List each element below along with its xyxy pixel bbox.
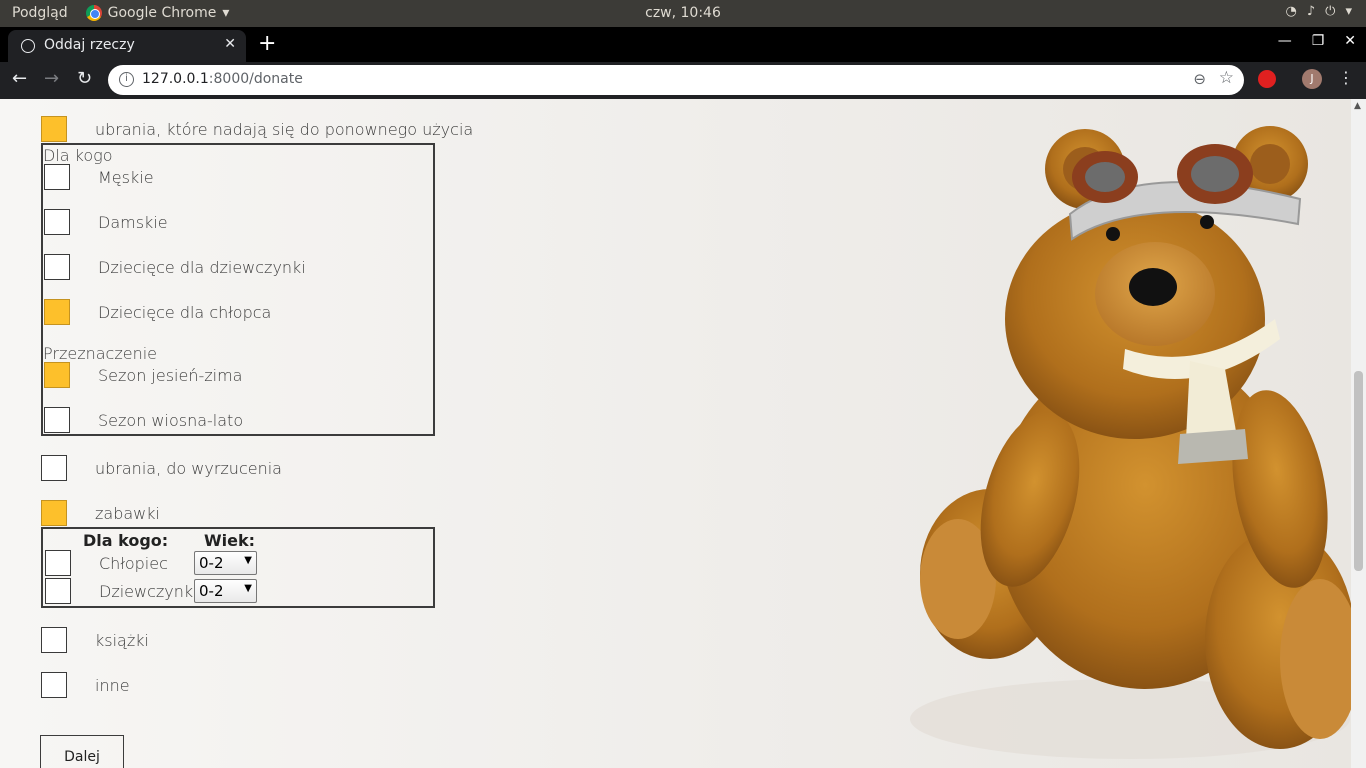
- label-toys-girl: Dziewczynka: [99, 582, 203, 601]
- select-value: 0-2: [199, 554, 224, 572]
- label-toys-boy: Chłopiec: [99, 554, 168, 573]
- label-books: książki: [95, 631, 149, 650]
- label-womens: Damskie: [98, 213, 168, 232]
- zoom-icon[interactable]: ⊖: [1193, 70, 1206, 88]
- toys-for-whom-header: Dla kogo:: [83, 531, 169, 550]
- select-toys-boy-age[interactable]: 0-2 ▼: [194, 551, 257, 575]
- minimize-icon[interactable]: —: [1278, 33, 1292, 49]
- label-boys: Dziecięce dla chłopca: [98, 303, 272, 322]
- label-reusable-clothes: ubrania, które nadają się do ponownego u…: [95, 120, 474, 139]
- label-girls: Dziecięce dla dziewczynki: [98, 258, 306, 277]
- app-menu[interactable]: Google Chrome ▾: [85, 5, 230, 21]
- dropdown-arrow-icon: ▼: [244, 555, 252, 566]
- profile-avatar[interactable]: J: [1302, 69, 1322, 89]
- tab-strip: Oddaj rzeczy ✕ + — ❐ ✕: [0, 27, 1366, 62]
- legend-purpose: Przeznaczenie: [43, 344, 157, 363]
- checkbox-boys[interactable]: [44, 299, 70, 325]
- scroll-up-icon[interactable]: ▲: [1354, 101, 1361, 111]
- more-menu-icon[interactable]: ⋮: [1338, 68, 1354, 87]
- reload-icon[interactable]: ↻: [77, 68, 92, 89]
- select-toys-girl-age[interactable]: 0-2 ▼: [194, 579, 257, 603]
- page-scrollbar[interactable]: ▲: [1351, 99, 1366, 768]
- address-bar[interactable]: i 127.0.0.1:8000/donate ⊖ ☆: [108, 65, 1244, 95]
- checkbox-girls[interactable]: [44, 254, 70, 280]
- checkbox-autumn-winter[interactable]: [44, 362, 70, 388]
- system-tray[interactable]: ◔ ♪ ⏻ ▾: [1286, 4, 1352, 19]
- page-content: ubrania, które nadają się do ponownego u…: [0, 99, 1351, 768]
- label-autumn-winter: Sezon jesień-zima: [98, 366, 243, 385]
- teddy-bear-image: [910, 126, 1351, 759]
- label-other: inne: [95, 676, 130, 695]
- app-name: Google Chrome: [107, 5, 217, 21]
- checkbox-toys-girl[interactable]: [45, 578, 71, 604]
- url-text: 127.0.0.1:8000/donate: [142, 71, 303, 87]
- os-top-bar: Podgląd Google Chrome ▾ czw, 10:46 ◔ ♪ ⏻…: [0, 0, 1366, 27]
- checkbox-mens[interactable]: [44, 164, 70, 190]
- restore-icon[interactable]: ❐: [1312, 33, 1325, 49]
- tab-title: Oddaj rzeczy: [44, 37, 135, 53]
- browser-toolbar: ← → ↻ i 127.0.0.1:8000/donate ⊖ ☆ J ⋮: [0, 62, 1366, 99]
- label-toys: zabawki: [95, 504, 160, 523]
- scrollbar-thumb[interactable]: [1354, 371, 1363, 571]
- chevron-down-icon: ▾: [1345, 4, 1352, 19]
- back-icon[interactable]: ←: [12, 68, 27, 89]
- label-spring-summer: Sezon wiosna-lato: [98, 411, 244, 430]
- next-button[interactable]: Dalej: [40, 735, 124, 768]
- volume-icon: ♪: [1306, 4, 1316, 19]
- toys-age-header: Wiek:: [204, 531, 256, 550]
- select-value: 0-2: [199, 582, 224, 600]
- checkbox-toys[interactable]: [41, 500, 67, 526]
- close-tab-icon[interactable]: ✕: [224, 36, 236, 52]
- checkbox-other[interactable]: [41, 672, 67, 698]
- url-path: :8000/donate: [208, 71, 303, 87]
- label-discard-clothes: ubrania, do wyrzucenia: [95, 459, 282, 478]
- extension-icon[interactable]: [1258, 70, 1276, 88]
- checkbox-reusable-clothes[interactable]: [41, 116, 67, 142]
- url-host: 127.0.0.1: [142, 71, 209, 87]
- legend-for-whom: Dla kogo: [43, 146, 113, 165]
- info-icon[interactable]: i: [119, 72, 134, 87]
- wifi-icon: ◔: [1285, 4, 1297, 19]
- checkbox-discard-clothes[interactable]: [41, 455, 67, 481]
- forward-icon[interactable]: →: [44, 68, 59, 89]
- chrome-icon: [85, 5, 102, 21]
- close-window-icon[interactable]: ✕: [1344, 33, 1356, 49]
- checkbox-books[interactable]: [41, 627, 67, 653]
- bookmark-star-icon[interactable]: ☆: [1219, 68, 1234, 88]
- checkbox-womens[interactable]: [44, 209, 70, 235]
- new-tab-button[interactable]: +: [258, 31, 276, 56]
- activities-button[interactable]: Podgląd: [12, 5, 68, 21]
- checkbox-spring-summer[interactable]: [44, 407, 70, 433]
- checkbox-toys-boy[interactable]: [45, 550, 71, 576]
- chevron-down-icon: ▾: [222, 5, 230, 21]
- label-mens: Męskie: [98, 168, 154, 187]
- globe-icon: [21, 39, 35, 53]
- browser-tab[interactable]: Oddaj rzeczy ✕: [8, 30, 246, 62]
- power-icon: ⏻: [1325, 4, 1336, 19]
- dropdown-arrow-icon: ▼: [244, 583, 252, 594]
